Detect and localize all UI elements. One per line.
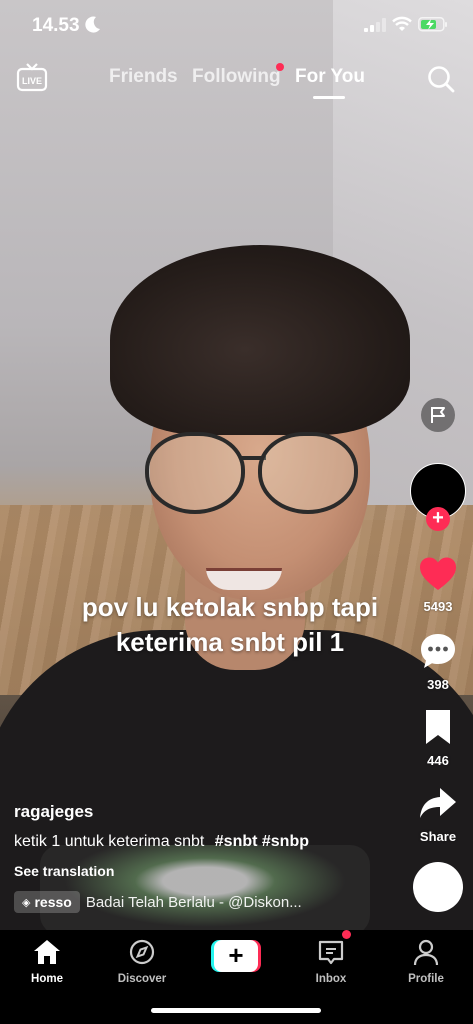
flag-icon xyxy=(431,407,445,423)
video-hair xyxy=(110,245,410,435)
nav-profile[interactable]: Profile xyxy=(386,938,466,985)
nav-inbox[interactable]: Inbox xyxy=(291,938,371,985)
tab-following[interactable]: Following xyxy=(192,66,281,88)
inbox-icon xyxy=(318,940,344,965)
status-time: 14.53 xyxy=(32,15,80,36)
inbox-notification-dot xyxy=(342,930,351,939)
video-overlay-text: pov lu ketolak snbp tapi keterima snbt p… xyxy=(40,590,420,660)
post-caption: ketik 1 untuk keterima snbt #snbt #snbp xyxy=(14,833,309,851)
compass-icon xyxy=(129,939,155,965)
video-glasses xyxy=(140,432,365,522)
creator-username[interactable]: ragajeges xyxy=(14,802,93,822)
wifi-icon xyxy=(392,16,412,31)
caption-hashtags[interactable]: #snbt #snbp xyxy=(215,833,309,850)
caption-text: ketik 1 untuk keterima snbt xyxy=(14,833,205,850)
resso-icon: ◈ xyxy=(22,896,31,909)
comment-icon xyxy=(421,634,455,668)
share-arrow-icon xyxy=(420,788,456,818)
overlay-line-2: keterima snbt pil 1 xyxy=(115,627,345,657)
resso-label: resso xyxy=(34,894,72,910)
following-notification-dot xyxy=(276,63,284,71)
music-title[interactable]: Badai Telah Berlalu - @Diskon... xyxy=(86,894,341,911)
resso-badge[interactable]: ◈ resso xyxy=(14,891,80,913)
music-row[interactable]: ◈ resso Badai Telah Berlalu - @Diskon... xyxy=(14,890,341,914)
home-indicator[interactable] xyxy=(151,1008,321,1013)
nav-home-label: Home xyxy=(31,973,63,985)
music-disc[interactable] xyxy=(413,862,463,912)
active-tab-indicator xyxy=(313,96,345,99)
feed-tabs: Friends Following For You xyxy=(0,66,473,100)
plus-icon: + xyxy=(214,940,258,972)
overlay-line-1: pov lu ketolak snbp tapi xyxy=(81,592,379,622)
follow-button[interactable]: + xyxy=(426,507,450,531)
person-icon xyxy=(413,939,439,966)
share-label: Share xyxy=(419,829,457,844)
tab-for-you[interactable]: For You xyxy=(295,66,365,88)
video-shirt-print xyxy=(40,845,370,930)
like-button[interactable]: 5493 xyxy=(408,556,468,614)
tab-friends[interactable]: Friends xyxy=(109,66,178,88)
share-button[interactable]: Share xyxy=(408,786,468,844)
home-icon xyxy=(34,940,60,964)
video-mouth xyxy=(206,568,282,590)
report-button[interactable] xyxy=(421,398,455,432)
nav-discover[interactable]: Discover xyxy=(102,938,182,985)
save-button[interactable]: 446 xyxy=(408,708,468,768)
heart-icon xyxy=(420,557,456,590)
comment-button[interactable]: 398 xyxy=(408,632,468,692)
video-player[interactable] xyxy=(0,0,473,930)
search-icon[interactable] xyxy=(426,64,456,94)
status-bar: 14.53 xyxy=(0,0,473,52)
nav-inbox-label: Inbox xyxy=(315,973,347,985)
moon-icon xyxy=(85,16,100,33)
see-translation-link[interactable]: See translation xyxy=(14,863,114,879)
bookmark-icon xyxy=(426,710,450,744)
battery-icon xyxy=(418,17,447,32)
nav-discover-label: Discover xyxy=(117,973,167,985)
save-count: 446 xyxy=(427,753,449,768)
create-button[interactable]: + xyxy=(211,940,261,972)
comment-count: 398 xyxy=(427,677,449,692)
like-count: 5493 xyxy=(423,599,453,614)
nav-home[interactable]: Home xyxy=(7,938,87,985)
signal-icon xyxy=(364,18,386,32)
nav-profile-label: Profile xyxy=(408,973,444,985)
